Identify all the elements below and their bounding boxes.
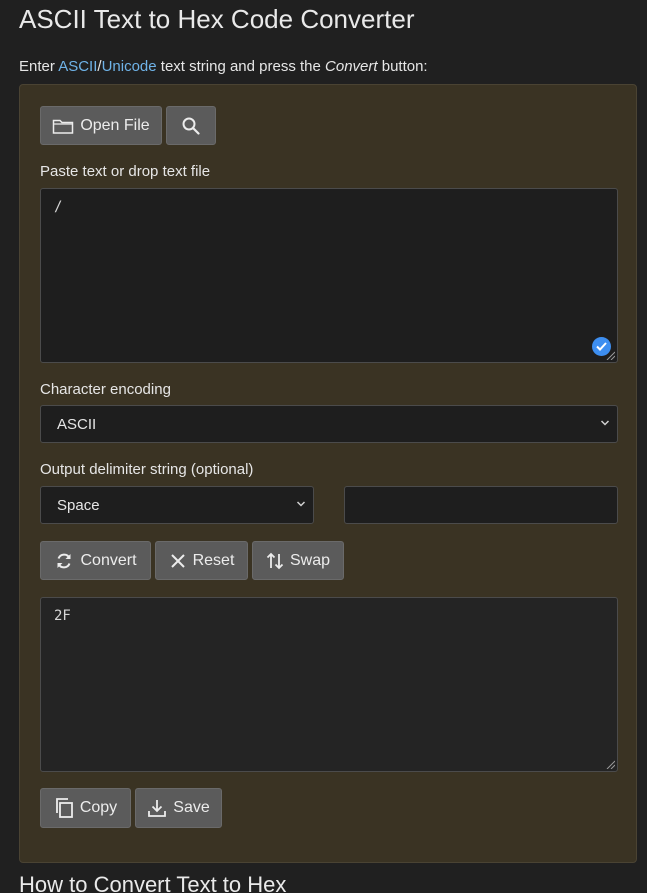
swap-label: Swap xyxy=(289,551,331,569)
delimiter-label: Output delimiter string (optional) xyxy=(40,461,254,478)
delimiter-custom-input[interactable] xyxy=(344,486,618,524)
intro-middle: text string and press the xyxy=(156,58,326,75)
intro-text: Enter ASCII/Unicode text string and pres… xyxy=(19,58,428,75)
close-icon xyxy=(169,552,187,570)
encoding-select[interactable]: ASCII xyxy=(40,405,618,443)
folder-icon xyxy=(52,117,74,135)
save-label: Save xyxy=(173,799,210,816)
search-icon xyxy=(181,116,201,136)
swap-button[interactable]: Swap xyxy=(252,541,344,580)
how-to-heading: How to Convert Text to Hex xyxy=(19,872,287,893)
chevron-down-icon xyxy=(600,420,610,426)
copy-icon xyxy=(54,797,74,819)
convert-button[interactable]: Convert xyxy=(40,541,151,580)
output-value: 2F xyxy=(54,608,71,624)
ascii-link[interactable]: ASCII xyxy=(58,58,97,75)
unicode-link[interactable]: Unicode xyxy=(102,58,157,75)
reset-label: Reset xyxy=(192,551,235,569)
encoding-selected: ASCII xyxy=(57,415,97,433)
text-input[interactable]: / xyxy=(40,188,618,363)
delimiter-selected: Space xyxy=(57,496,100,514)
converter-panel: Open File Paste text or drop text file /… xyxy=(19,84,637,863)
download-icon xyxy=(147,798,167,818)
reset-button[interactable]: Reset xyxy=(155,541,248,580)
input-label: Paste text or drop text file xyxy=(40,163,211,180)
intro-convert-word: Convert xyxy=(325,58,378,75)
copy-label: Copy xyxy=(79,799,118,816)
swap-arrows-icon xyxy=(266,551,284,571)
output-textarea[interactable]: 2F xyxy=(40,597,618,772)
save-button[interactable]: Save xyxy=(135,788,222,828)
delimiter-select[interactable]: Space xyxy=(40,486,314,524)
text-input-value: / xyxy=(54,199,63,215)
resize-grip-icon[interactable] xyxy=(605,759,615,769)
intro-suffix: button: xyxy=(377,58,428,75)
copy-button[interactable]: Copy xyxy=(40,788,131,828)
refresh-icon xyxy=(54,551,74,571)
search-button[interactable] xyxy=(166,106,216,145)
intro-prefix: Enter xyxy=(19,58,59,75)
chevron-down-icon xyxy=(296,501,306,507)
page-title: ASCII Text to Hex Code Converter xyxy=(19,4,415,34)
page: ASCII Text to Hex Code Converter Enter A… xyxy=(0,0,647,893)
open-file-label: Open File xyxy=(80,116,150,134)
encoding-label: Character encoding xyxy=(40,381,171,398)
open-file-button[interactable]: Open File xyxy=(40,106,162,145)
resize-grip-icon[interactable] xyxy=(605,350,615,360)
convert-label: Convert xyxy=(80,551,137,569)
